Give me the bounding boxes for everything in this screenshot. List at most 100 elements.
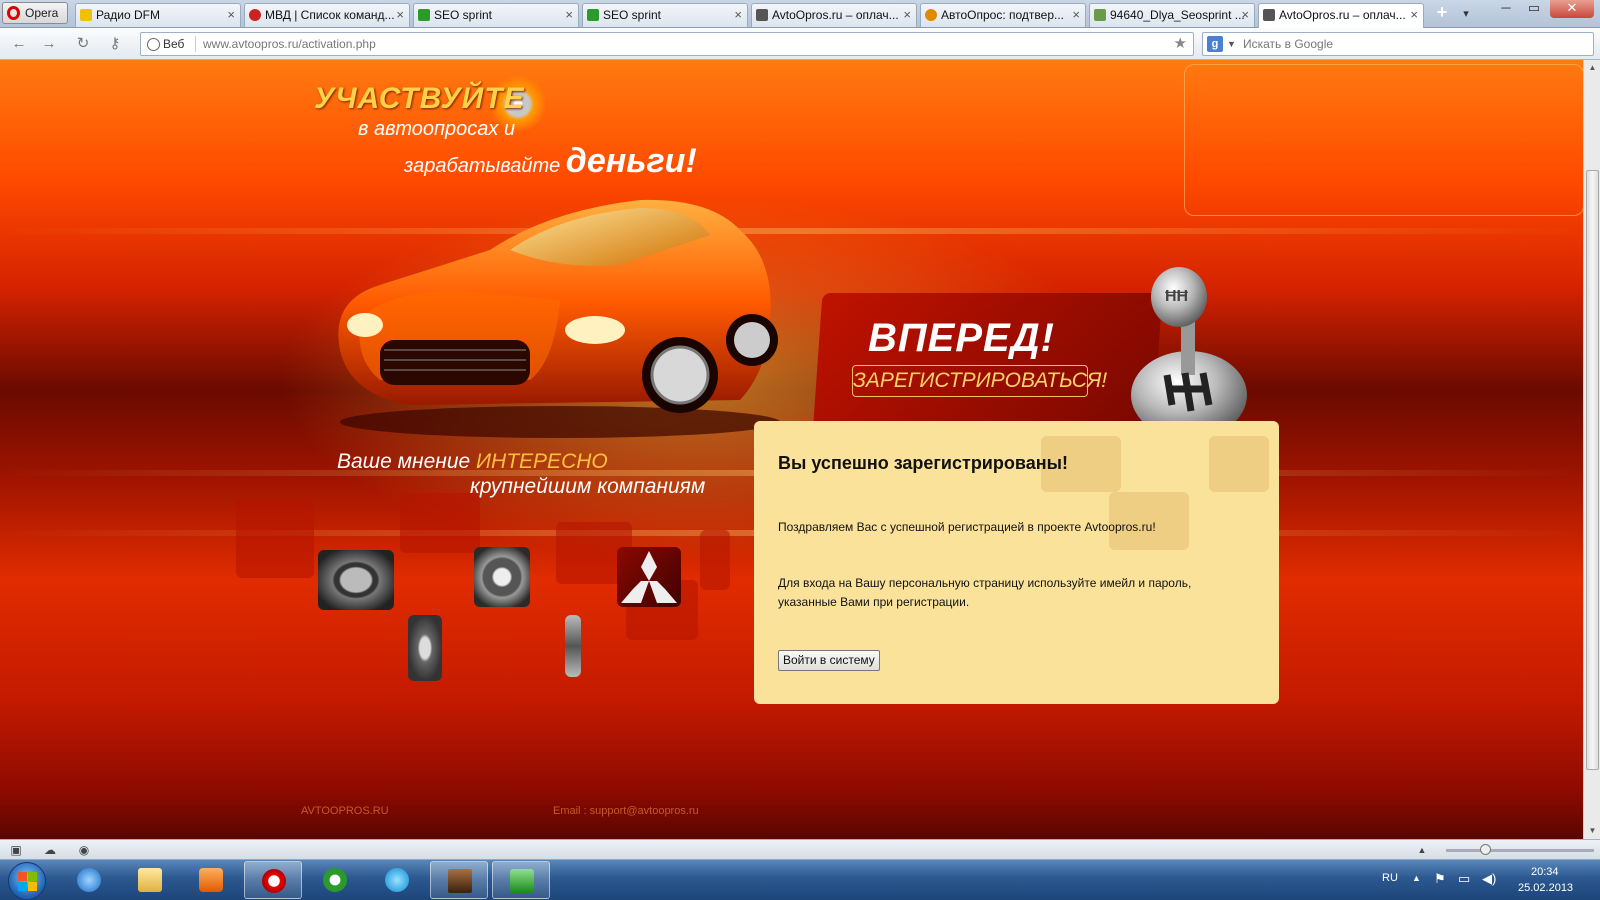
folder-icon	[138, 868, 162, 892]
green-app-icon	[510, 869, 534, 893]
tab-avtoopros-confirm[interactable]: АвтоОпрос: подтвер... ×	[920, 3, 1086, 27]
sports-car-image	[338, 199, 780, 438]
zoom-slider-track[interactable]	[1446, 849, 1594, 852]
mitsubishi-diamonds	[621, 551, 677, 603]
toyota-logo-icon	[408, 615, 442, 681]
minimize-button[interactable]: ─	[1492, 0, 1520, 18]
bmw-logo-icon	[474, 547, 530, 607]
volume-icon[interactable]: ◀)	[1482, 871, 1496, 887]
close-tab-icon[interactable]: ×	[396, 4, 404, 26]
zoom-slider-knob[interactable]	[1480, 844, 1491, 855]
tab-label: 94640_Dlya_Seosprint ...	[1110, 8, 1245, 22]
taskbar-mail-agent[interactable]	[306, 861, 364, 899]
url-text[interactable]: www.avtoopros.ru/activation.php	[203, 33, 376, 55]
clock-time[interactable]: 20:34	[1531, 866, 1559, 878]
tab-label: МВД | Список команд...	[265, 8, 395, 22]
card-decor-square	[1209, 436, 1269, 492]
taskbar-skype[interactable]	[368, 861, 426, 899]
close-window-button[interactable]: ✕	[1550, 0, 1594, 18]
search-field[interactable]: g ▼ Искать в Google	[1202, 32, 1594, 56]
google-icon[interactable]: g	[1207, 36, 1223, 52]
back-arrow-icon[interactable]: ←	[8, 34, 30, 54]
close-tab-icon[interactable]: ×	[565, 4, 573, 26]
key-icon[interactable]: ⚷	[104, 34, 126, 54]
close-tab-icon[interactable]: ×	[903, 4, 911, 26]
taskbar-app[interactable]	[492, 861, 550, 899]
start-button[interactable]	[8, 862, 46, 900]
tab-mvd[interactable]: МВД | Список команд... ×	[244, 3, 410, 27]
game-avatar-icon	[448, 869, 472, 893]
slogan-call: УЧАСТВУЙТЕ	[314, 82, 525, 115]
windows-logo-icon	[18, 882, 27, 891]
register-button[interactable]: ЗАРЕГИСТРИРОВАТЬСЯ!	[852, 365, 1107, 397]
network-icon[interactable]: ▭	[1458, 871, 1470, 887]
opera-icon	[262, 869, 286, 893]
mail-at-icon	[925, 9, 937, 21]
reload-icon[interactable]: ↻	[72, 34, 94, 54]
turbo-icon[interactable]: ◉	[76, 843, 92, 857]
windows-taskbar: RU ▲ ⚑ ▭ ◀) 20:34 25.02.2013	[0, 859, 1600, 900]
view-menu-icon[interactable]: ▲	[1414, 843, 1430, 857]
tab-label: АвтоОпрос: подтвер...	[941, 8, 1064, 22]
instructions-line1: Для входа на Вашу персональную страницу …	[778, 576, 1192, 590]
scroll-up-icon[interactable]: ▲	[1584, 60, 1600, 76]
search-engine-dropdown-icon[interactable]: ▼	[1227, 33, 1236, 55]
opinion-line1: Ваше мнение ИНТЕРЕСНО	[337, 450, 608, 474]
vertical-scrollbar[interactable]: ▲ ▼	[1583, 60, 1600, 839]
taskbar-explorer[interactable]	[121, 861, 179, 899]
panel-toggle-icon[interactable]: ▣	[8, 843, 24, 857]
tab-avtoopros-active[interactable]: AvtoOpros.ru – оплач... ×	[1258, 3, 1424, 28]
page-viewport: УЧАСТВУЙТЕ в автоопросах и зарабатывайте…	[0, 60, 1583, 839]
address-toolbar: ← → ↻ ⚷ Веб www.avtoopros.ru/activation.…	[0, 28, 1600, 60]
tab-label: SEO sprint	[603, 8, 662, 22]
login-button[interactable]: Войти в систему	[778, 650, 880, 671]
taskbar-game[interactable]	[430, 861, 488, 899]
show-hidden-icons[interactable]: ▲	[1412, 873, 1421, 883]
slogan-money: деньги!	[565, 142, 697, 180]
unite-cloud-icon[interactable]: ☁	[42, 843, 58, 857]
tab-menu-button[interactable]: ▾	[1452, 6, 1480, 24]
decorative-tile	[236, 500, 314, 578]
address-field[interactable]: Веб www.avtoopros.ru/activation.php ★	[140, 32, 1194, 56]
footer-email[interactable]: Email : support@avtoopros.ru	[553, 805, 699, 817]
browser-status-bar: ▣ ☁ ◉ ▲	[0, 839, 1600, 859]
tab-radio-dfm[interactable]: Радио DFM ×	[75, 3, 241, 27]
bookmark-star-icon[interactable]: ★	[1174, 33, 1187, 55]
image-icon	[1094, 9, 1106, 21]
svg-text:ĦĦ: ĦĦ	[1165, 288, 1189, 305]
taskbar-ie[interactable]	[60, 861, 118, 899]
internet-explorer-icon	[77, 868, 101, 892]
promo-title: ВПЕРЕД!	[868, 316, 1055, 360]
forward-arrow-icon[interactable]: →	[38, 34, 60, 54]
close-tab-icon[interactable]: ×	[1410, 4, 1418, 26]
media-player-icon	[199, 868, 223, 892]
close-tab-icon[interactable]: ×	[1072, 4, 1080, 26]
avtoopros-icon	[756, 9, 768, 21]
clock-date[interactable]: 25.02.2013	[1518, 882, 1573, 894]
close-tab-icon[interactable]: ×	[227, 4, 235, 26]
opinion-prefix: Ваше мнение	[337, 450, 471, 473]
tab-label: Радио DFM	[96, 8, 160, 22]
decorative-tile	[700, 530, 730, 590]
tab-avtoopros-1[interactable]: AvtoOpros.ru – оплач... ×	[751, 3, 917, 27]
tab-seo-sprint-1[interactable]: SEO sprint ×	[413, 3, 579, 27]
web-badge[interactable]: Веб	[147, 33, 184, 55]
scrollbar-thumb[interactable]	[1586, 170, 1599, 770]
tab-bar: Opera Радио DFM × МВД | Список команд...…	[0, 0, 1600, 28]
tab-seo-sprint-2[interactable]: SEO sprint ×	[582, 3, 748, 27]
opera-menu-button[interactable]: Opera	[2, 2, 68, 24]
url-host: www.avtoopros.ru	[203, 37, 299, 51]
search-placeholder: Искать в Google	[1243, 37, 1334, 51]
taskbar-media-player[interactable]	[182, 861, 240, 899]
close-tab-icon[interactable]: ×	[1241, 4, 1249, 26]
slogan-line2: в автоопросах и	[358, 118, 516, 140]
close-tab-icon[interactable]: ×	[734, 4, 742, 26]
avtoopros-icon	[1263, 9, 1275, 21]
language-indicator[interactable]: RU	[1382, 872, 1398, 884]
windows-logo-icon	[28, 872, 37, 881]
taskbar-opera[interactable]	[244, 861, 302, 899]
scroll-down-icon[interactable]: ▼	[1584, 823, 1600, 839]
maximize-button[interactable]: ▭	[1520, 0, 1548, 18]
action-center-flag-icon[interactable]: ⚑	[1434, 871, 1446, 887]
tab-image-file[interactable]: 94640_Dlya_Seosprint ... ×	[1089, 3, 1255, 27]
